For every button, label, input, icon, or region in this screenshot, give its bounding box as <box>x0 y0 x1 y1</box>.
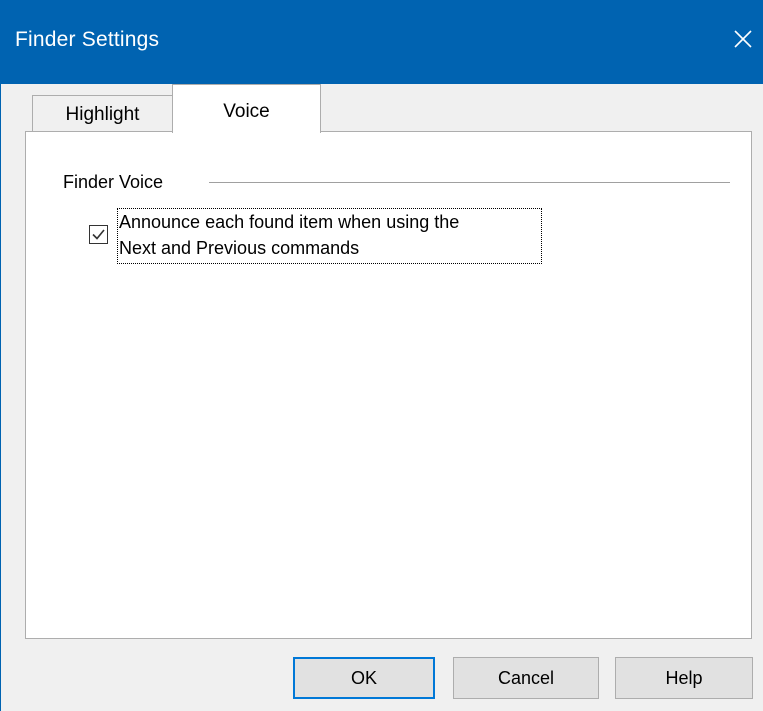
tab-voice[interactable]: Voice <box>172 84 321 133</box>
announce-checkbox-label[interactable]: Announce each found item when using the … <box>117 208 542 264</box>
help-button[interactable]: Help <box>615 657 753 699</box>
group-divider <box>209 182 730 183</box>
title-bar: Finder Settings <box>1 0 763 84</box>
tab-highlight-label: Highlight <box>65 104 140 125</box>
announce-checkbox[interactable] <box>89 225 108 244</box>
ok-button[interactable]: OK <box>293 657 435 699</box>
tab-highlight[interactable]: Highlight <box>32 95 173 133</box>
voice-tab-panel: Finder Voice Announce each found item wh… <box>25 131 752 639</box>
finder-settings-dialog: Finder Settings Highlight Voice Finder V… <box>0 0 763 711</box>
group-label-finder-voice: Finder Voice <box>63 172 164 192</box>
tab-voice-label: Voice <box>223 101 270 122</box>
window-title: Finder Settings <box>15 28 160 51</box>
checkmark-icon <box>92 229 105 240</box>
close-icon <box>734 30 752 48</box>
close-button[interactable] <box>720 18 763 62</box>
cancel-button[interactable]: Cancel <box>453 657 599 699</box>
